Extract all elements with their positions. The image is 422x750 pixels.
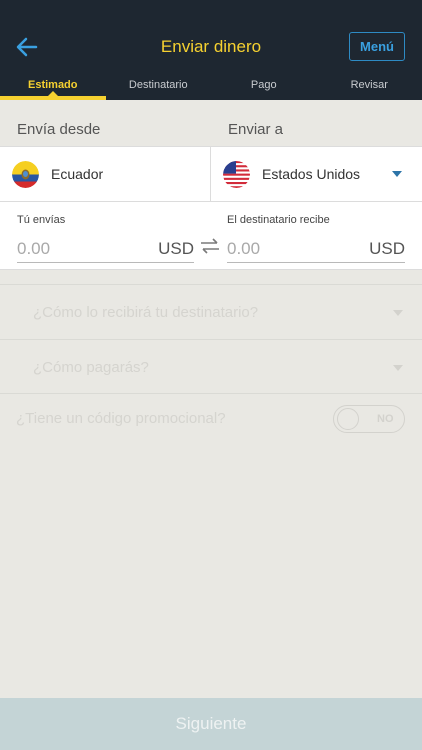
send-currency: USD [158,239,194,258]
from-country-select[interactable]: Ecuador [12,147,202,201]
tab-revisar[interactable]: Revisar [317,74,422,100]
from-label: Envía desde [17,121,101,138]
send-amount-label: Tú envías [17,214,66,226]
chevron-down-icon [393,365,403,371]
next-button[interactable]: Siguiente [0,698,422,750]
chevron-down-icon [393,310,403,316]
receive-amount-value: 0.00 [227,239,261,258]
promo-code-toggle[interactable]: NO [333,405,405,433]
active-tab-caret [47,91,59,97]
usa-flag-icon [223,160,250,188]
to-label: Enviar a [228,121,284,138]
delivery-method-select[interactable]: ¿Cómo lo recibirá tu destinatario? [0,284,422,339]
country-selectors: Ecuador Estados Unidos [0,146,422,202]
tab-pago[interactable]: Pago [211,74,317,100]
delivery-method-placeholder: ¿Cómo lo recibirá tu destinatario? [33,304,259,321]
ecuador-flag-icon [12,160,39,188]
menu-button[interactable]: Menú [349,32,405,61]
amount-section: Tú envías 0.00 USD El destinatario recib… [0,202,422,270]
country-labels: Envía desde Enviar a [0,100,422,146]
promo-code-label: ¿Tiene un código promocional? [16,410,226,427]
payment-method-placeholder: ¿Cómo pagarás? [33,359,149,376]
swap-icon[interactable] [199,235,221,257]
to-country-select[interactable]: Estados Unidos [223,147,413,201]
toggle-knob [337,408,359,430]
receive-amount-label: El destinatario recibe [227,214,330,226]
app-header: Enviar dinero Menú Estimado Destinatario… [0,0,422,100]
send-amount-input[interactable]: 0.00 USD [17,235,194,263]
divider [210,147,211,201]
from-country-name: Ecuador [51,166,104,182]
tab-destinatario[interactable]: Destinatario [106,74,212,100]
send-amount-value: 0.00 [17,239,51,258]
chevron-down-icon[interactable] [392,171,402,177]
toggle-state-label: NO [377,413,394,425]
to-country-name: Estados Unidos [262,166,361,182]
receive-amount-input[interactable]: 0.00 USD [227,235,405,263]
payment-method-select[interactable]: ¿Cómo pagarás? [0,339,422,394]
receive-currency: USD [369,239,405,258]
